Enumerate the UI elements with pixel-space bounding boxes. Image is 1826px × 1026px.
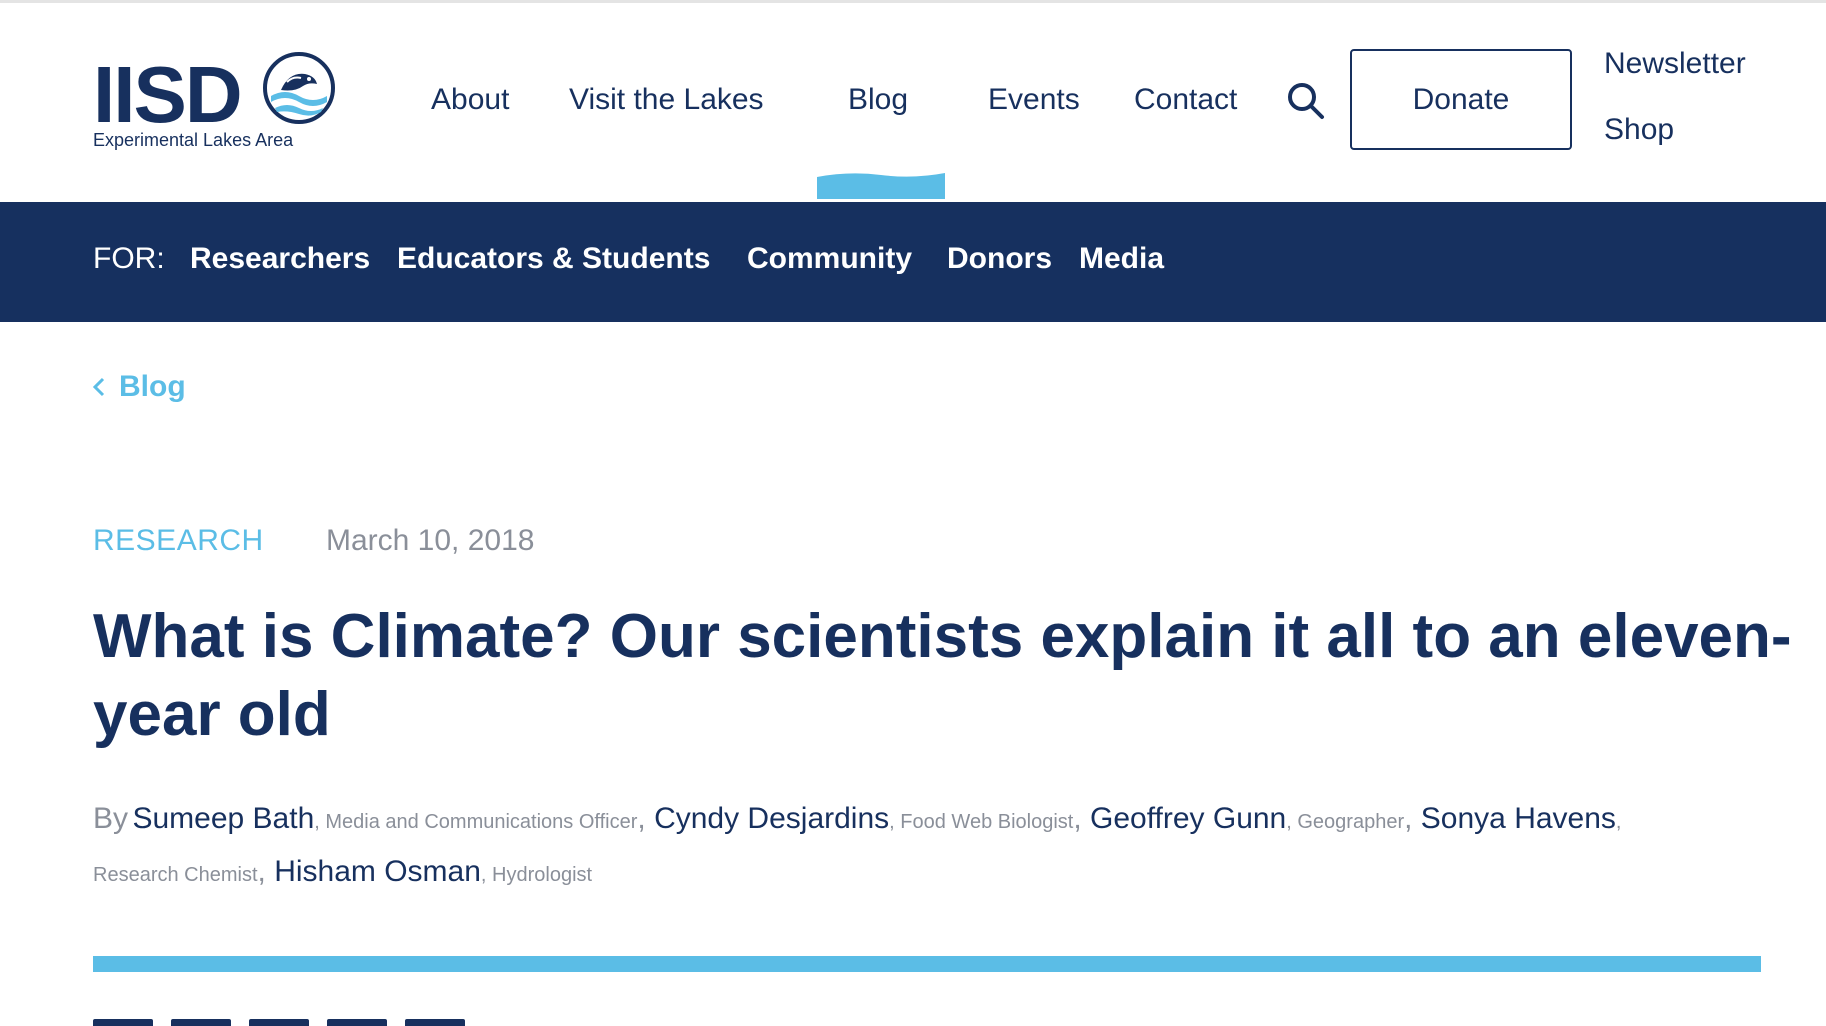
author-role: Geographer [1297,811,1405,833]
loon-logo-icon [263,52,335,124]
nav-events[interactable]: Events [988,83,1080,117]
author-role: Media and Communications Officer [325,811,638,833]
audience-media[interactable]: Media [1079,242,1164,276]
logo-subtitle: Experimental Lakes Area [93,130,294,150]
author-name[interactable]: Sonya Havens [1421,802,1616,835]
author-role: Research Chemist [93,864,258,886]
back-link-label: Blog [119,370,186,403]
audience-bar: FOR: Researchers Educators & Students Co… [0,202,1826,322]
back-to-blog-link[interactable]: Blog [93,370,186,404]
nav-contact[interactable]: Contact [1134,83,1237,117]
author-name[interactable]: Cyndy Desjardins [654,802,889,835]
article-byline: By Sumeep Bath, Media and Communications… [93,802,1622,888]
shop-link[interactable]: Shop [1604,113,1674,147]
article-title: What is Climate? Our scientists explain … [93,602,1792,749]
article-date: March 10, 2018 [326,524,535,557]
site-header: IISD Experimental Lakes Area About Visit… [0,3,1826,202]
article-category[interactable]: RESEARCH [93,524,264,558]
site-logo[interactable]: IISD Experimental Lakes Area [93,50,343,160]
author-name[interactable]: Sumeep Bath [132,802,314,835]
chevron-left-icon [93,377,105,397]
search-button[interactable] [1284,79,1328,123]
active-nav-wave-indicator [817,173,945,199]
article-body-peek [93,1016,573,1026]
nav-visit-the-lakes[interactable]: Visit the Lakes [569,83,764,117]
article-divider-bar [93,956,1761,972]
author-name[interactable]: Hisham Osman [274,855,481,888]
nav-about[interactable]: About [431,83,509,117]
audience-educators-students[interactable]: Educators & Students [397,242,710,276]
nav-blog[interactable]: Blog [848,83,908,117]
donate-button[interactable]: Donate [1350,49,1572,150]
search-icon [1288,83,1324,119]
newsletter-link[interactable]: Newsletter [1604,47,1746,81]
byline-prefix: By [93,802,129,835]
author-role: Food Web Biologist [900,811,1074,833]
author-role: Hydrologist [492,864,593,886]
audience-researchers[interactable]: Researchers [190,242,370,276]
author-name[interactable]: Geoffrey Gunn [1090,802,1286,835]
audience-community[interactable]: Community [747,242,912,276]
audience-donors[interactable]: Donors [947,242,1052,276]
audience-label: FOR: [93,242,165,275]
logo-wordmark: IISD [93,50,243,139]
